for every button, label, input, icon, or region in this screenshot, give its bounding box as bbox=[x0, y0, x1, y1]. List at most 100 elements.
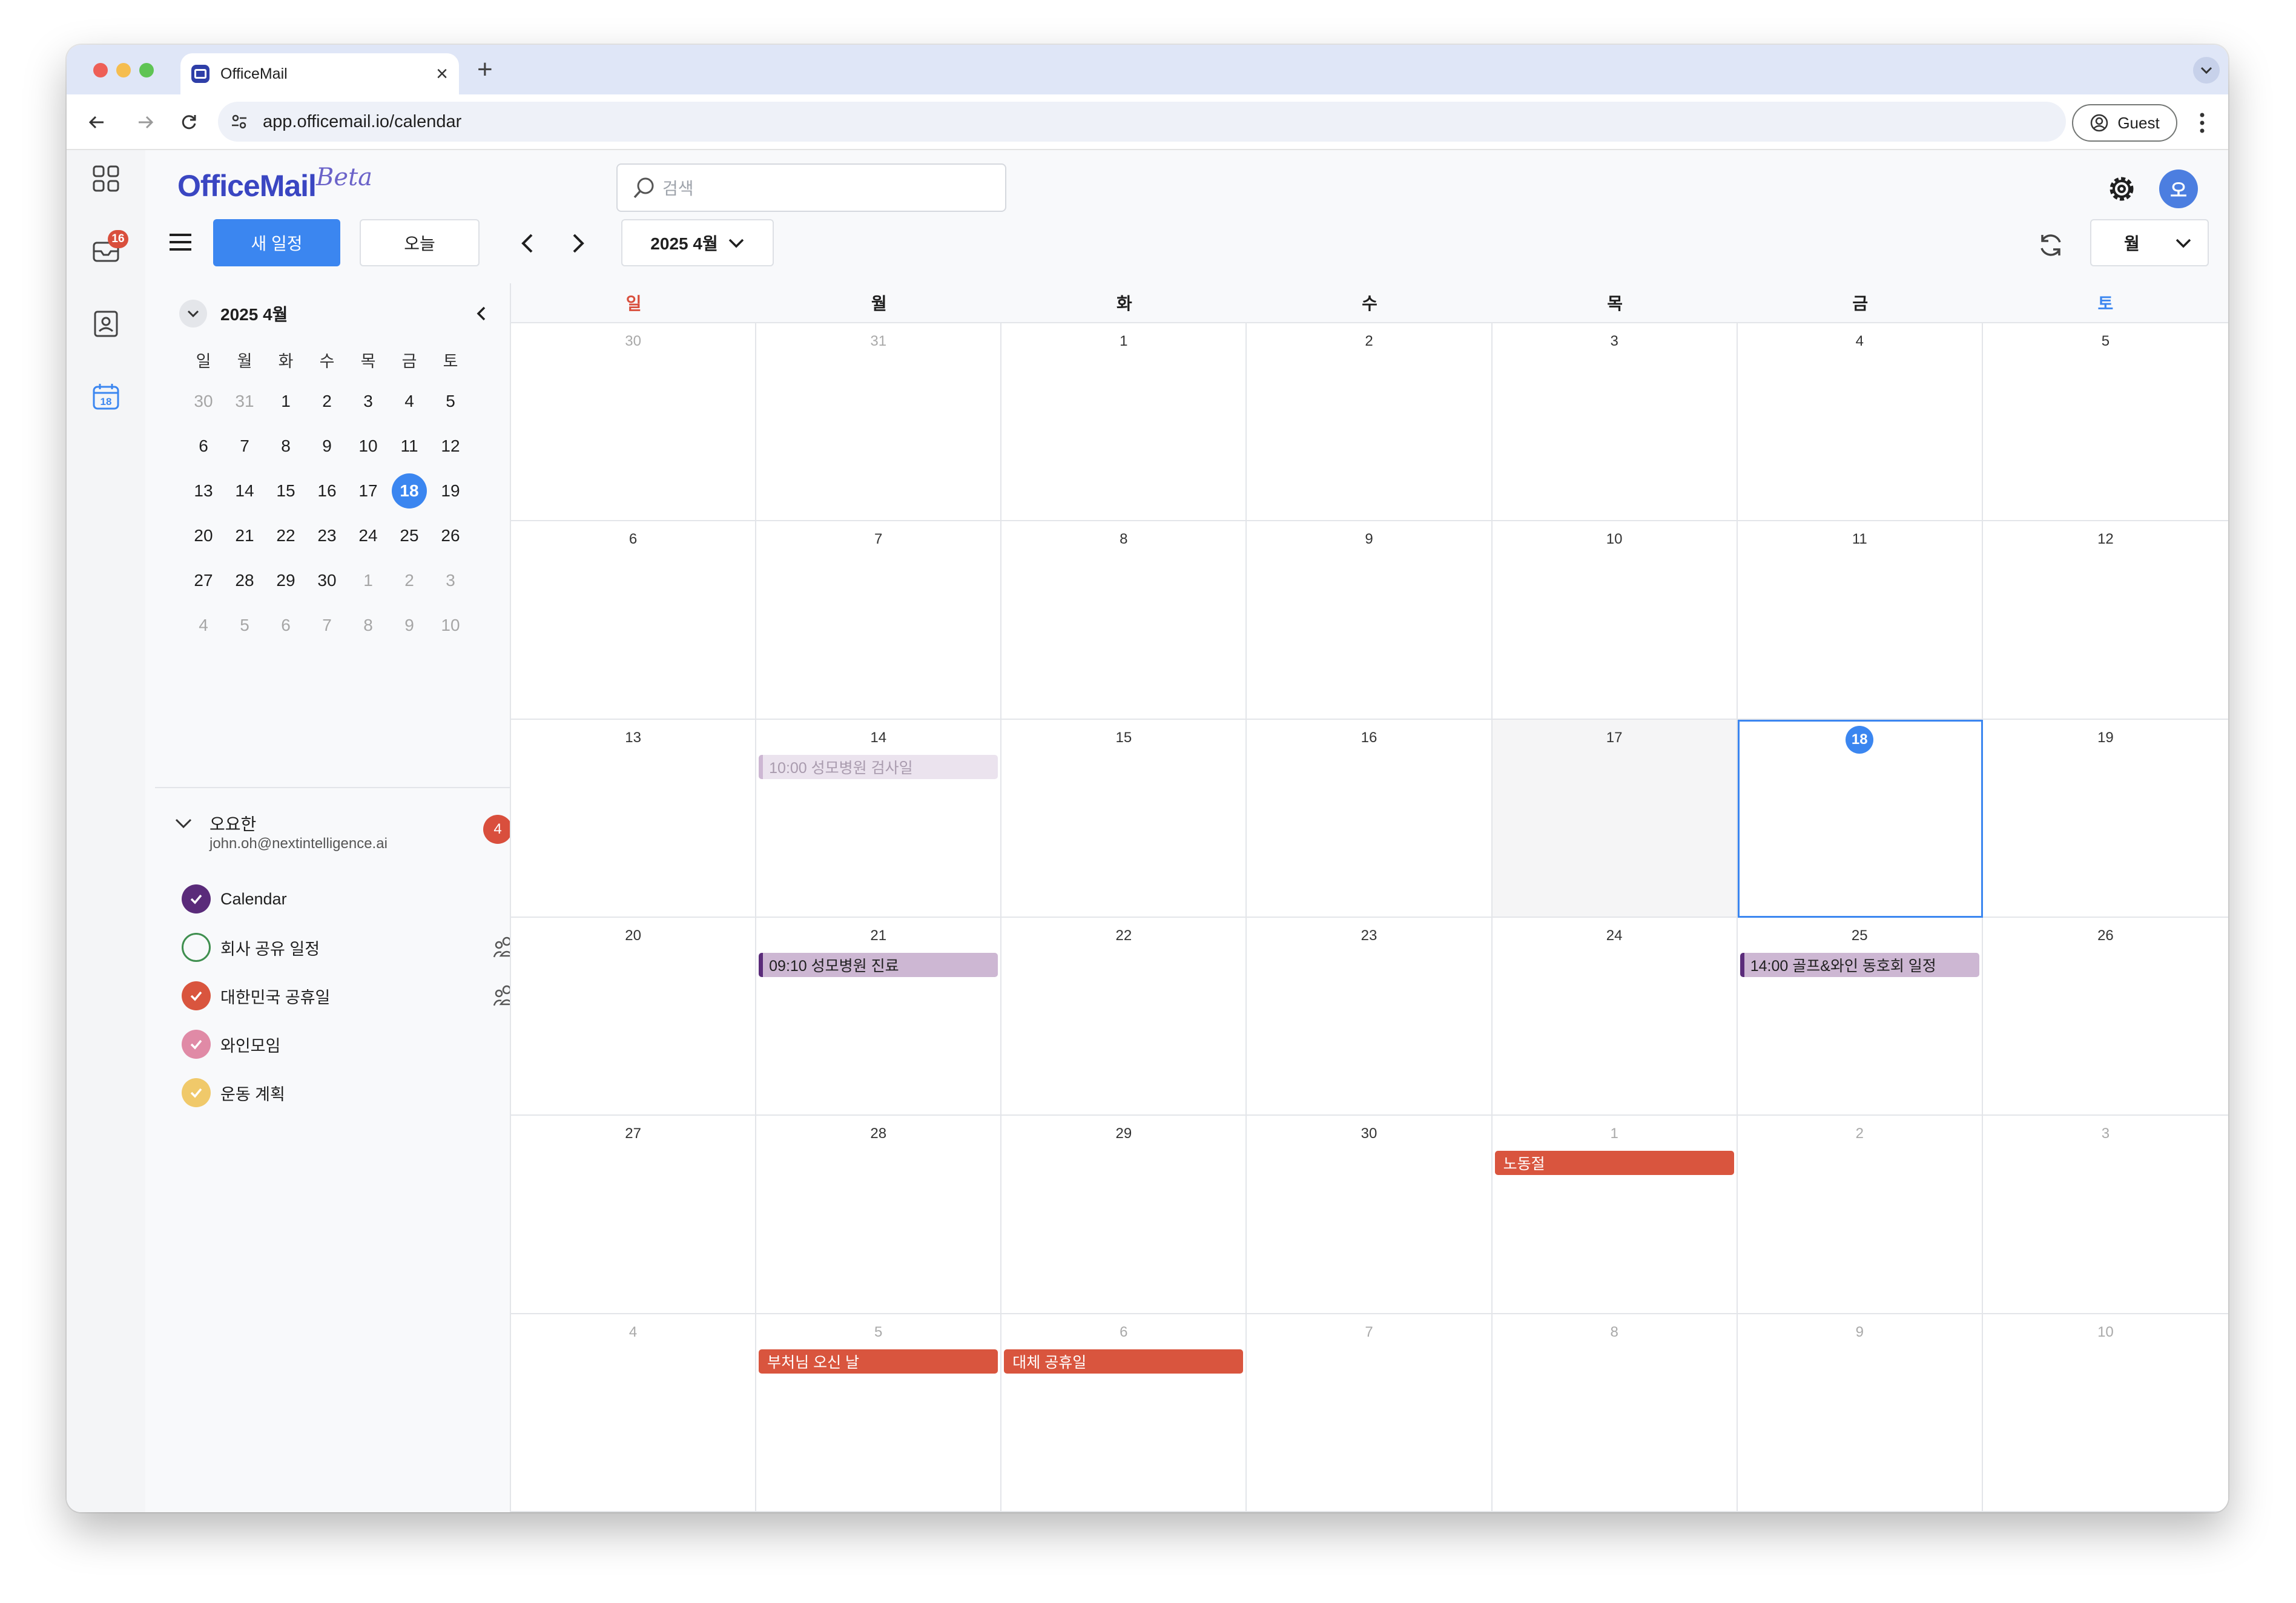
day-cell[interactable]: 30 bbox=[1247, 1116, 1493, 1314]
day-cell[interactable]: 2 bbox=[1247, 323, 1493, 522]
day-cell[interactable]: 5 부처님 오신 날 bbox=[756, 1314, 1002, 1512]
mini-day-today[interactable]: 18 bbox=[389, 469, 430, 513]
day-cell[interactable]: 14 10:00 성모병원 검사일 bbox=[756, 719, 1002, 918]
day-cell[interactable]: 28 bbox=[756, 1116, 1002, 1314]
mini-day[interactable]: 28 bbox=[224, 558, 265, 603]
day-cell[interactable]: 5 bbox=[1982, 323, 2228, 522]
calendar-event[interactable]: 14:00 골프&와인 동호회 일정 bbox=[1740, 953, 1979, 977]
mini-day[interactable]: 8 bbox=[265, 424, 306, 469]
day-cell[interactable]: 7 bbox=[1247, 1314, 1493, 1512]
day-cell[interactable]: 20 bbox=[511, 918, 757, 1116]
tab-close-icon[interactable]: × bbox=[436, 64, 448, 84]
settings-button[interactable] bbox=[2105, 172, 2139, 206]
mini-day[interactable]: 4 bbox=[389, 379, 430, 424]
mini-day[interactable]: 2 bbox=[389, 558, 430, 603]
mini-day[interactable]: 1 bbox=[348, 558, 389, 603]
calendar-event[interactable]: 노동절 bbox=[1494, 1151, 1734, 1176]
mini-calendar-collapse-button[interactable] bbox=[179, 300, 207, 328]
menu-toggle-button[interactable] bbox=[167, 230, 194, 254]
mini-day[interactable]: 30 bbox=[183, 379, 224, 424]
today-button[interactable]: 오늘 bbox=[360, 219, 480, 266]
mini-day[interactable]: 19 bbox=[430, 469, 471, 513]
calendar-checkbox[interactable] bbox=[182, 933, 211, 962]
day-cell[interactable]: 23 bbox=[1247, 918, 1493, 1116]
day-cell[interactable]: 3 bbox=[1982, 1116, 2228, 1314]
mini-day[interactable]: 13 bbox=[183, 469, 224, 513]
maximize-window-button[interactable] bbox=[139, 63, 154, 77]
mini-day[interactable]: 6 bbox=[265, 603, 306, 648]
new-tab-button[interactable]: + bbox=[477, 54, 493, 85]
calendar-list-item[interactable]: Calendar bbox=[182, 878, 545, 920]
mini-day[interactable]: 5 bbox=[430, 379, 471, 424]
day-cell[interactable]: 9 bbox=[1737, 1314, 1983, 1512]
calendar-checkbox[interactable] bbox=[182, 1030, 211, 1059]
day-cell[interactable]: 1 노동절 bbox=[1492, 1116, 1738, 1314]
mini-day[interactable]: 22 bbox=[265, 513, 306, 558]
close-window-button[interactable] bbox=[93, 63, 108, 77]
mini-day[interactable]: 11 bbox=[389, 424, 430, 469]
minimize-window-button[interactable] bbox=[116, 63, 131, 77]
day-cell[interactable]: 10 bbox=[1492, 521, 1738, 720]
day-cell[interactable]: 13 bbox=[511, 719, 757, 918]
mini-day[interactable]: 4 bbox=[183, 603, 224, 648]
mini-day[interactable]: 30 bbox=[306, 558, 348, 603]
new-event-button[interactable]: 새 일정 bbox=[213, 219, 340, 266]
view-selector[interactable]: 월 bbox=[2090, 219, 2209, 266]
user-avatar[interactable]: 오 bbox=[2159, 170, 2198, 208]
mini-day[interactable]: 15 bbox=[265, 469, 306, 513]
mini-day[interactable]: 29 bbox=[265, 558, 306, 603]
day-cell[interactable]: 12 bbox=[1982, 521, 2228, 720]
day-cell[interactable]: 29 bbox=[1001, 1116, 1247, 1314]
mini-day[interactable]: 9 bbox=[389, 603, 430, 648]
day-cell[interactable]: 10 bbox=[1982, 1314, 2228, 1512]
day-cell[interactable]: 8 bbox=[1001, 521, 1247, 720]
day-cell[interactable]: 2 bbox=[1737, 1116, 1983, 1314]
search-box[interactable]: 검색 bbox=[616, 163, 1006, 212]
calendar-event[interactable]: 09:10 성모병원 진료 bbox=[759, 953, 998, 977]
mail-button[interactable]: 16 bbox=[90, 230, 128, 268]
officemail-logo[interactable]: OfficeMail bbox=[177, 168, 317, 203]
day-cell-selected[interactable]: 18 bbox=[1737, 719, 1983, 918]
mini-day[interactable]: 9 bbox=[306, 424, 348, 469]
mini-day[interactable]: 3 bbox=[430, 558, 471, 603]
day-cell[interactable]: 27 bbox=[511, 1116, 757, 1314]
calendar-list-item[interactable]: 와인모임 bbox=[182, 1023, 545, 1065]
mini-day[interactable]: 10 bbox=[348, 424, 389, 469]
mini-day[interactable]: 10 bbox=[430, 603, 471, 648]
day-cell[interactable]: 6 대체 공휴일 bbox=[1001, 1314, 1247, 1512]
mini-day[interactable]: 1 bbox=[265, 379, 306, 424]
mini-day[interactable]: 31 bbox=[224, 379, 265, 424]
day-cell[interactable]: 4 bbox=[1737, 323, 1983, 522]
mini-calendar-prev-button[interactable] bbox=[470, 301, 494, 326]
mini-day[interactable]: 17 bbox=[348, 469, 389, 513]
reload-button[interactable] bbox=[174, 108, 203, 137]
day-cell[interactable]: 22 bbox=[1001, 918, 1247, 1116]
back-button[interactable] bbox=[82, 108, 111, 137]
mini-day[interactable]: 2 bbox=[306, 379, 348, 424]
day-cell[interactable]: 15 bbox=[1001, 719, 1247, 918]
calendar-list-item[interactable]: 회사 공유 일정 bbox=[182, 926, 545, 969]
mini-day[interactable]: 20 bbox=[183, 513, 224, 558]
mini-day[interactable]: 7 bbox=[306, 603, 348, 648]
mini-day[interactable]: 16 bbox=[306, 469, 348, 513]
mini-day[interactable]: 8 bbox=[348, 603, 389, 648]
day-cell[interactable]: 1 bbox=[1001, 323, 1247, 522]
previous-month-button[interactable] bbox=[515, 230, 541, 257]
mini-day[interactable]: 12 bbox=[430, 424, 471, 469]
mini-day[interactable]: 24 bbox=[348, 513, 389, 558]
mini-day[interactable]: 7 bbox=[224, 424, 265, 469]
account-collapse-button[interactable] bbox=[174, 817, 193, 832]
day-cell[interactable]: 19 bbox=[1982, 720, 2228, 918]
mini-day[interactable]: 23 bbox=[306, 513, 348, 558]
mini-day[interactable]: 14 bbox=[224, 469, 265, 513]
day-cell[interactable]: 26 bbox=[1982, 918, 2228, 1116]
mini-day[interactable]: 3 bbox=[348, 379, 389, 424]
address-bar[interactable]: app.officemail.io/calendar bbox=[218, 102, 2066, 142]
day-cell[interactable]: 24 bbox=[1492, 918, 1738, 1116]
calendar-checkbox[interactable] bbox=[182, 884, 211, 913]
calendar-event[interactable]: 10:00 성모병원 검사일 bbox=[759, 754, 998, 779]
mini-day[interactable]: 25 bbox=[389, 513, 430, 558]
calendar-event[interactable]: 부처님 오신 날 bbox=[759, 1349, 998, 1374]
day-cell[interactable]: 21 09:10 성모병원 진료 bbox=[756, 918, 1002, 1116]
forward-button[interactable] bbox=[131, 108, 160, 137]
